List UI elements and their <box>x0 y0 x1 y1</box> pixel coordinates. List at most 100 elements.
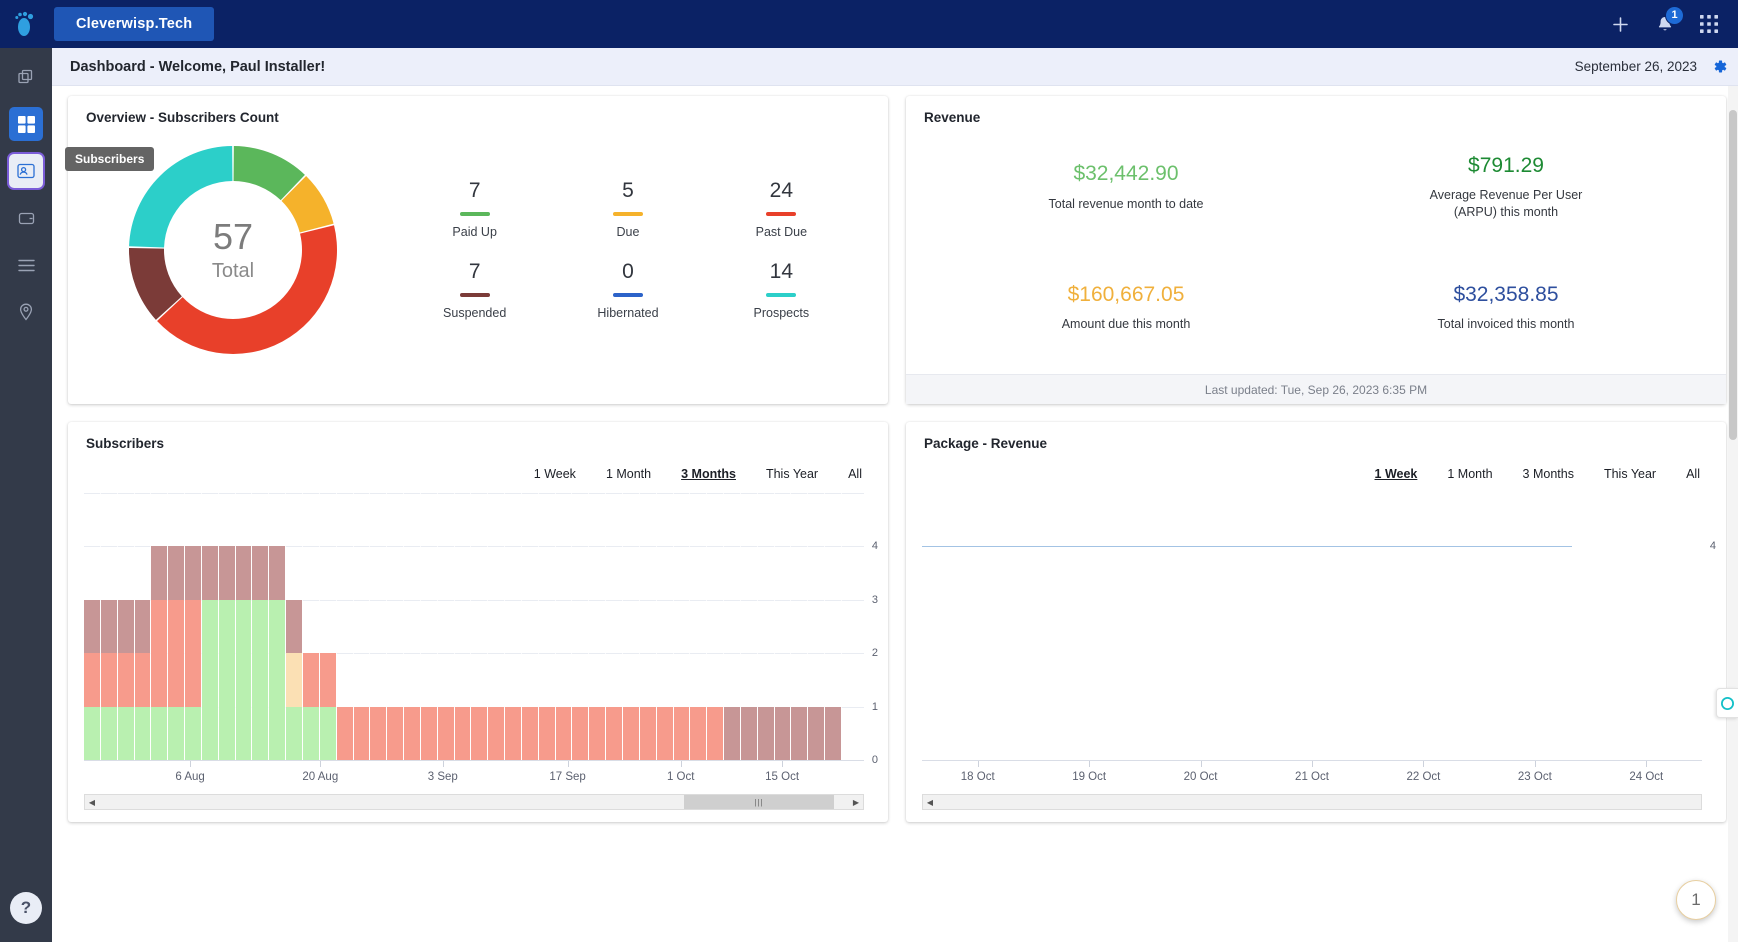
range-tab-1-week[interactable]: 1 Week <box>534 467 576 481</box>
bar-segment-paid-up[interactable] <box>286 706 302 760</box>
bar-segment-past-due[interactable] <box>538 706 555 760</box>
bar-column[interactable] <box>185 493 202 760</box>
bar-segment-paid-up[interactable] <box>100 706 117 760</box>
bar-column[interactable] <box>353 493 371 760</box>
bar-column[interactable] <box>235 493 253 760</box>
bar-column[interactable] <box>151 493 169 760</box>
bar-segment-suspended[interactable] <box>269 546 286 600</box>
bar-segment-past-due[interactable] <box>707 706 724 760</box>
bar-segment-suspended[interactable] <box>201 546 218 600</box>
bar-column[interactable] <box>387 493 405 760</box>
sidebar-item-map[interactable] <box>9 295 43 329</box>
bar-segment-suspended[interactable] <box>757 706 774 760</box>
bar-segment-past-due[interactable] <box>673 706 690 760</box>
bar-segment-suspended[interactable] <box>100 599 117 654</box>
sidebar-item-billing[interactable] <box>9 201 43 235</box>
bar-segment-paid-up[interactable] <box>151 706 168 760</box>
bar-segment-due[interactable] <box>286 653 302 707</box>
bar-column[interactable] <box>808 493 826 760</box>
range-tab-1-month[interactable]: 1 Month <box>1447 467 1492 481</box>
sidebar-item-dashboard[interactable] <box>9 107 43 141</box>
bar-segment-past-due[interactable] <box>370 706 387 760</box>
bar-column[interactable] <box>656 493 674 760</box>
vertical-scrollbar[interactable] <box>1728 86 1738 942</box>
bar-segment-suspended[interactable] <box>791 706 808 760</box>
bar-column[interactable] <box>84 493 101 760</box>
subscribers-horizontal-scrollbar[interactable]: ◀ ||| ▶ <box>84 794 864 810</box>
grid-apps-icon[interactable] <box>1700 15 1718 33</box>
bar-segment-paid-up[interactable] <box>185 706 201 760</box>
scroll-grip-icon[interactable]: ||| <box>684 795 834 809</box>
bar-segment-past-due[interactable] <box>100 653 117 707</box>
bar-column[interactable] <box>639 493 657 760</box>
sidebar-item-copy[interactable] <box>9 60 43 94</box>
fab-counter-button[interactable]: 1 <box>1676 880 1716 920</box>
bar-segment-paid-up[interactable] <box>252 599 269 760</box>
range-tab-1-week[interactable]: 1 Week <box>1375 467 1418 481</box>
bar-segment-suspended[interactable] <box>724 706 740 760</box>
bar-column[interactable] <box>505 493 522 760</box>
bar-segment-paid-up[interactable] <box>201 599 218 760</box>
bar-segment-past-due[interactable] <box>589 706 606 760</box>
bar-segment-past-due[interactable] <box>437 706 454 760</box>
bar-segment-past-due[interactable] <box>555 706 572 760</box>
bar-column[interactable] <box>606 493 623 760</box>
range-tab-this-year[interactable]: This Year <box>1604 467 1656 481</box>
bar-column[interactable] <box>555 493 573 760</box>
bar-column[interactable] <box>825 493 842 760</box>
arrow-right-icon[interactable]: ▶ <box>849 795 863 809</box>
bar-column[interactable] <box>690 493 708 760</box>
bar-column[interactable] <box>454 493 472 760</box>
bar-column[interactable] <box>488 493 506 760</box>
bar-segment-paid-up[interactable] <box>117 706 134 760</box>
sidebar-item-list[interactable] <box>9 248 43 282</box>
bar-column[interactable] <box>623 493 640 760</box>
donut-chart[interactable]: Subscribers 57 Total <box>65 125 398 375</box>
bar-segment-past-due[interactable] <box>168 599 185 707</box>
arrow-left-icon[interactable]: ◀ <box>85 795 99 809</box>
bar-segment-suspended[interactable] <box>168 546 185 600</box>
vertical-scroll-thumb[interactable] <box>1729 110 1737 440</box>
bar-column[interactable] <box>134 493 152 760</box>
bar-segment-past-due[interactable] <box>387 706 404 760</box>
bar-column[interactable] <box>471 493 489 760</box>
bar-segment-past-due[interactable] <box>151 599 168 707</box>
sidebar-item-subscribers[interactable] <box>9 154 43 188</box>
bar-column[interactable] <box>370 493 388 760</box>
bar-segment-past-due[interactable] <box>117 653 134 707</box>
bar-segment-suspended[interactable] <box>151 546 168 600</box>
bar-segment-past-due[interactable] <box>572 706 589 760</box>
bar-segment-suspended[interactable] <box>134 599 151 654</box>
bar-column[interactable] <box>707 493 725 760</box>
bar-segment-paid-up[interactable] <box>84 706 100 760</box>
dashboard-scroll-area[interactable]: Overview - Subscribers Count Subscribers… <box>52 86 1738 942</box>
bar-segment-past-due[interactable] <box>690 706 707 760</box>
bar-column[interactable] <box>724 493 741 760</box>
bar-segment-paid-up[interactable] <box>134 706 151 760</box>
bar-segment-past-due[interactable] <box>606 706 622 760</box>
bar-segment-past-due[interactable] <box>134 653 151 707</box>
bar-column[interactable] <box>572 493 590 760</box>
bar-segment-past-due[interactable] <box>84 653 100 707</box>
bar-column[interactable] <box>252 493 270 760</box>
bar-column[interactable] <box>319 493 337 760</box>
range-tab-1-month[interactable]: 1 Month <box>606 467 651 481</box>
bar-column[interactable] <box>117 493 135 760</box>
subscribers-plot[interactable]: 0 1 2 3 4 <box>84 493 878 766</box>
bar-column[interactable] <box>757 493 775 760</box>
bar-segment-paid-up[interactable] <box>269 599 286 760</box>
bar-column[interactable] <box>774 493 792 760</box>
bar-segment-suspended[interactable] <box>774 706 791 760</box>
bar-segment-past-due[interactable] <box>521 706 538 760</box>
bar-segment-past-due[interactable] <box>336 706 353 760</box>
bar-segment-past-due[interactable] <box>454 706 471 760</box>
bar-segment-suspended[interactable] <box>185 546 201 600</box>
bar-segment-past-due[interactable] <box>471 706 488 760</box>
bar-segment-suspended[interactable] <box>235 546 252 600</box>
bar-column[interactable] <box>740 493 758 760</box>
bar-column[interactable] <box>269 493 287 760</box>
bar-segment-past-due[interactable] <box>353 706 370 760</box>
bar-segment-past-due[interactable] <box>319 653 336 707</box>
package-revenue-horizontal-scrollbar[interactable]: ◀ <box>922 794 1702 810</box>
bar-segment-paid-up[interactable] <box>235 599 252 760</box>
